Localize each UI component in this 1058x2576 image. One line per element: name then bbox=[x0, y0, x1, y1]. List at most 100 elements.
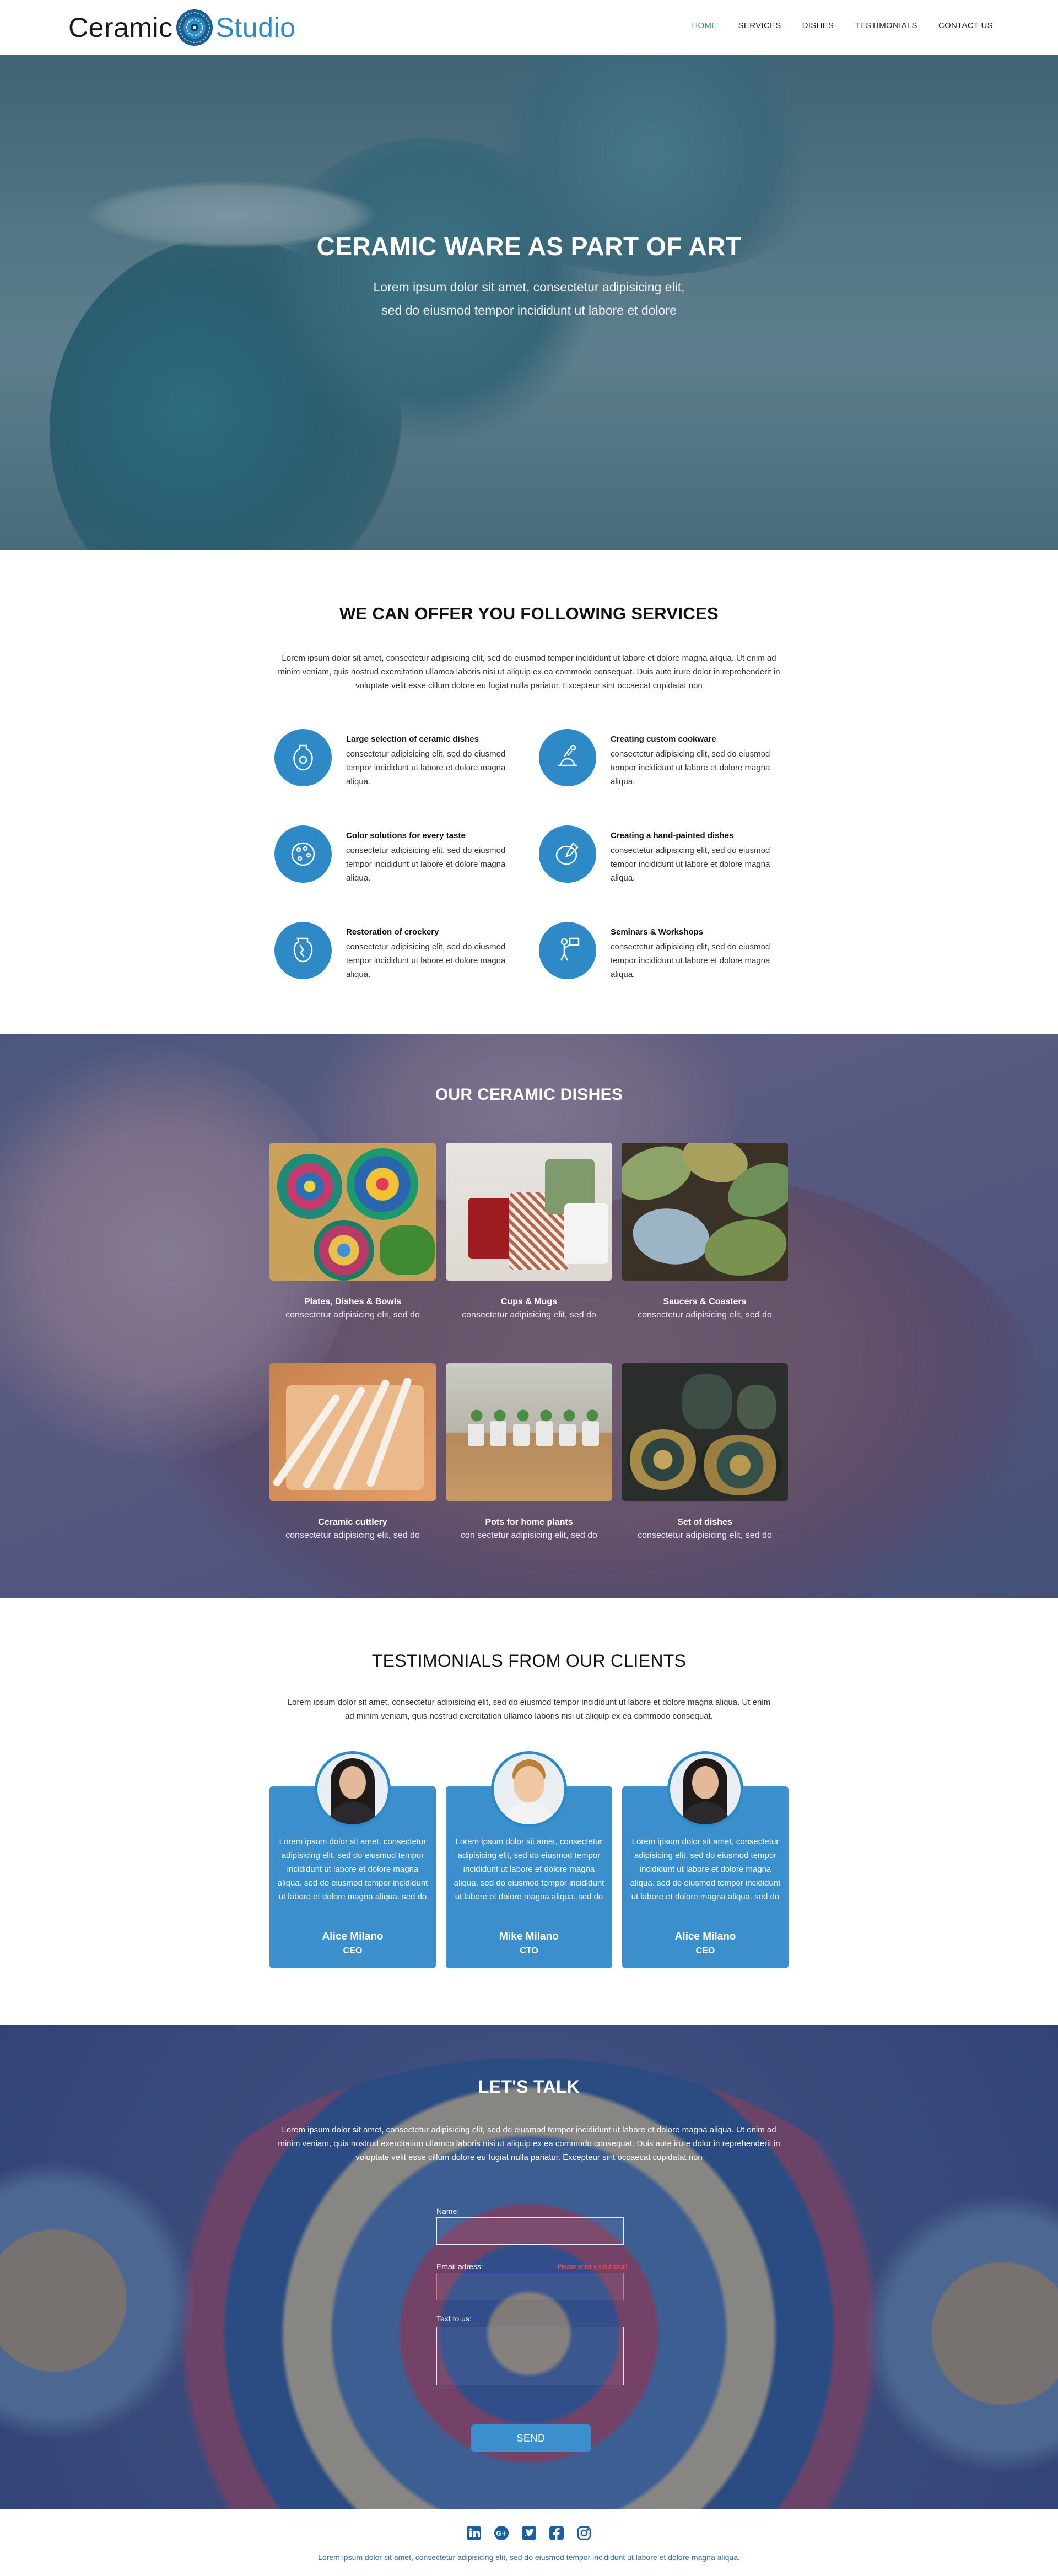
dish-text: consectetur adipisicing elit, sed do bbox=[285, 1531, 420, 1540]
logo[interactable]: Ceramic Studio bbox=[68, 8, 295, 47]
dish-title: Ceramic cuttlery bbox=[318, 1517, 387, 1527]
dish-card[interactable]: Plates, Dishes & Bowls consectetur adipi… bbox=[269, 1143, 436, 1320]
avatar-photo bbox=[494, 1754, 564, 1824]
dish-title: Saucers & Coasters bbox=[663, 1297, 747, 1306]
footer: G+ Lorem ipsum dolor sit amet, consectet… bbox=[0, 2509, 1058, 2576]
service-title: Large selection of ceramic dishes bbox=[346, 735, 479, 744]
service-text: consectetur adipisicing elit, sed do eiu… bbox=[346, 749, 506, 786]
testimonial-text: Lorem ipsum dolor sit amet, consectetur … bbox=[630, 1837, 781, 1902]
svg-text:G+: G+ bbox=[496, 2530, 507, 2537]
service-title: Restoration of crockery bbox=[346, 927, 439, 937]
testimonial-name: Alice Milano bbox=[674, 1931, 736, 1942]
testimonial-role: CEO bbox=[343, 1946, 363, 1956]
pottery-wheel-icon bbox=[539, 729, 596, 786]
testimonial-name: Alice Milano bbox=[322, 1931, 384, 1942]
logo-text-studio: Studio bbox=[215, 12, 296, 43]
hero-subtitle-line: sed do eiusmod tempor incididunt ut labo… bbox=[381, 303, 677, 317]
google-plus-icon[interactable]: G+ bbox=[494, 2525, 509, 2541]
dish-image-cutlery bbox=[269, 1363, 436, 1501]
dishes-title: OUR CERAMIC DISHES bbox=[435, 1086, 623, 1104]
service-item: Creating a hand-painted dishes consectet… bbox=[539, 825, 781, 886]
services-title: WE CAN OFFER YOU FOLLOWING SERVICES bbox=[339, 604, 719, 623]
nav-testimonials[interactable]: TESTIMONIALS bbox=[855, 21, 917, 30]
dishes-section: OUR CERAMIC DISHES Plates, Dishes & Bowl… bbox=[0, 1034, 1058, 1598]
services-section: WE CAN OFFER YOU FOLLOWING SERVICES Lore… bbox=[0, 550, 1058, 1034]
hero-title: CERAMIC WARE AS PART OF ART bbox=[316, 232, 742, 261]
hero-subtitle-line: Lorem ipsum dolor sit amet, consectetur … bbox=[373, 280, 685, 294]
top-navbar: Ceramic Studio HOME SERVICES DISHES TEST… bbox=[0, 0, 1058, 55]
dish-title: Pots for home plants bbox=[485, 1517, 573, 1527]
avatar-photo bbox=[670, 1754, 741, 1824]
twitter-icon[interactable] bbox=[521, 2525, 537, 2541]
painted-plate-icon bbox=[539, 825, 596, 883]
nav-home[interactable]: HOME bbox=[692, 21, 717, 30]
send-button[interactable]: SEND bbox=[471, 2424, 591, 2452]
logo-text-ceramic: Ceramic bbox=[68, 12, 173, 43]
main-menu: HOME SERVICES DISHES TESTIMONIALS CONTAC… bbox=[671, 21, 993, 30]
avatar bbox=[315, 1751, 391, 1827]
dish-text: con sectetur adipisicing elit, sed do bbox=[460, 1531, 598, 1540]
testimonial-name: Mike Milano bbox=[499, 1931, 559, 1942]
dish-card[interactable]: Saucers & Coasters consectetur adipisici… bbox=[622, 1143, 788, 1320]
nav-dishes[interactable]: DISHES bbox=[802, 21, 834, 30]
service-title: Creating custom cookware bbox=[611, 735, 716, 744]
dish-title: Cups & Mugs bbox=[500, 1297, 558, 1306]
service-text: consectetur adipisicing elit, sed do eiu… bbox=[346, 942, 506, 979]
testimonial-text: Lorem ipsum dolor sit amet, consectetur … bbox=[454, 1837, 604, 1902]
dish-card[interactable]: Ceramic cuttlery consectetur adipisicing… bbox=[269, 1363, 436, 1541]
avatar bbox=[667, 1751, 743, 1827]
contact-section: LET'S TALK Lorem ipsum dolor sit amet, c… bbox=[0, 2025, 1058, 2509]
name-field[interactable] bbox=[436, 2217, 624, 2245]
service-item: Color solutions for every taste consecte… bbox=[274, 825, 517, 886]
facebook-icon[interactable] bbox=[549, 2525, 564, 2541]
testimonial-role: CTO bbox=[520, 1946, 538, 1956]
avatar bbox=[491, 1751, 567, 1827]
dish-image-plates bbox=[269, 1143, 436, 1281]
dish-text: consectetur adipisicing elit, sed do bbox=[638, 1310, 772, 1320]
dish-image-cups bbox=[446, 1143, 612, 1281]
instagram-icon[interactable] bbox=[576, 2525, 592, 2541]
service-text: consectetur adipisicing elit, sed do eiu… bbox=[611, 846, 770, 883]
broken-vase-icon bbox=[274, 922, 332, 979]
hero-subtitle: Lorem ipsum dolor sit amet, consectetur … bbox=[0, 276, 1058, 322]
email-label: Email adress: bbox=[436, 2262, 483, 2271]
service-item: Large selection of ceramic dishes consec… bbox=[274, 729, 517, 790]
service-text: consectetur adipisicing elit, sed do eiu… bbox=[346, 846, 506, 883]
linkedin-icon[interactable] bbox=[466, 2525, 482, 2541]
service-item: Seminars & Workshops consectetur adipisi… bbox=[539, 922, 781, 982]
testimonials-title: TESTIMONIALS FROM OUR CLIENTS bbox=[371, 1651, 687, 1671]
footer-text: Lorem ipsum dolor sit amet, consectetur … bbox=[318, 2553, 740, 2562]
contact-description: Lorem ipsum dolor sit amet, consectetur … bbox=[278, 2125, 780, 2162]
service-title: Color solutions for every taste bbox=[346, 831, 466, 840]
dish-text: consectetur adipisicing elit, sed do bbox=[285, 1310, 420, 1320]
dish-card[interactable]: Pots for home plants con sectetur adipis… bbox=[446, 1363, 612, 1541]
email-field[interactable] bbox=[436, 2273, 624, 2300]
dish-image-saucers bbox=[622, 1143, 788, 1281]
service-title: Creating a hand-painted dishes bbox=[611, 831, 734, 840]
dish-card[interactable]: Cups & Mugs consectetur adipisicing elit… bbox=[446, 1143, 612, 1320]
service-text: consectetur adipisicing elit, sed do eiu… bbox=[611, 749, 770, 786]
teacher-icon bbox=[539, 922, 596, 979]
vase-icon bbox=[274, 729, 332, 786]
services-description: Lorem ipsum dolor sit amet, consectetur … bbox=[278, 654, 780, 690]
name-label: Name: bbox=[436, 2207, 460, 2216]
message-label: Text to us: bbox=[436, 2314, 472, 2323]
service-item: Creating custom cookware consectetur adi… bbox=[539, 729, 781, 790]
nav-contact-us[interactable]: CONTACT US bbox=[938, 21, 993, 30]
contact-title: LET'S TALK bbox=[478, 2077, 580, 2097]
dish-title: Plates, Dishes & Bowls bbox=[304, 1297, 402, 1306]
dish-title: Set of dishes bbox=[677, 1517, 732, 1527]
social-links: G+ bbox=[0, 2525, 1058, 2541]
dish-image-pots bbox=[446, 1363, 612, 1501]
dish-card[interactable]: Set of dishes consectetur adipisicing el… bbox=[622, 1363, 788, 1541]
dish-text: consectetur adipisicing elit, sed do bbox=[462, 1310, 596, 1320]
nav-services[interactable]: SERVICES bbox=[738, 21, 781, 30]
testimonial-role: CEO bbox=[695, 1946, 715, 1956]
testimonial-text: Lorem ipsum dolor sit amet, consectetur … bbox=[277, 1837, 428, 1902]
dish-text: consectetur adipisicing elit, sed do bbox=[638, 1531, 772, 1540]
email-error-message: Please enter a valid email bbox=[558, 2264, 627, 2270]
testimonials-section: TESTIMONIALS FROM OUR CLIENTS Lorem ipsu… bbox=[0, 1598, 1058, 2025]
message-textarea[interactable] bbox=[436, 2327, 624, 2385]
testimonials-description: Lorem ipsum dolor sit amet, consectetur … bbox=[287, 1698, 771, 1721]
palette-icon bbox=[274, 825, 332, 883]
